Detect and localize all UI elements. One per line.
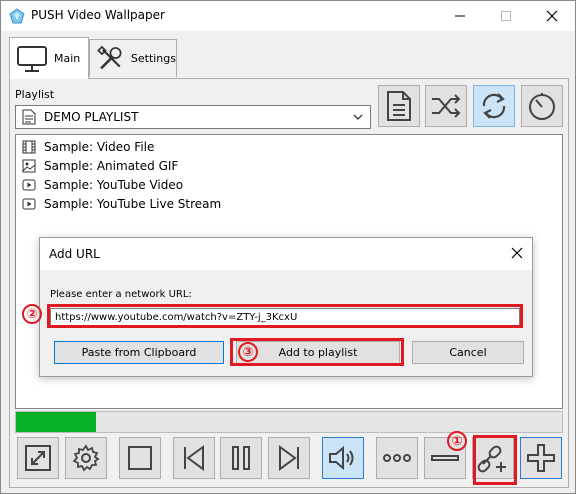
- link-add-icon: [477, 445, 506, 473]
- tab-settings-label: Settings: [130, 52, 176, 65]
- add-url-button[interactable]: [472, 437, 514, 479]
- film-icon: [22, 140, 36, 153]
- list-item[interactable]: Sample: Video File: [22, 137, 154, 156]
- list-item-label: Sample: Animated GIF: [44, 158, 179, 173]
- shuffle-button[interactable]: [425, 85, 467, 127]
- skip-forward-icon: [279, 445, 299, 471]
- app-window: PUSH Video Wallpaper Main Settings Playl…: [0, 0, 576, 494]
- app-logo-icon: [9, 8, 25, 24]
- settings-button[interactable]: [65, 437, 107, 479]
- add-url-dialog: Add URL Please enter a network URL: Past…: [39, 237, 533, 377]
- volume-button[interactable]: [322, 437, 364, 479]
- dialog-title: Add URL: [49, 247, 100, 261]
- play-icon: [22, 179, 36, 190]
- gear-icon: [72, 444, 100, 472]
- add-to-playlist-label: Add to playlist: [278, 346, 358, 359]
- close-button[interactable]: [529, 1, 575, 31]
- add-to-playlist-button[interactable]: Add to playlist: [236, 341, 400, 364]
- annotation-marker-3: ③: [238, 342, 258, 362]
- annotation-marker-1: ①: [447, 431, 467, 451]
- plus-icon: [527, 444, 555, 472]
- playlist-label: Playlist: [15, 88, 55, 101]
- close-icon[interactable]: [510, 246, 524, 260]
- paste-from-clipboard-button[interactable]: Paste from Clipboard: [54, 341, 224, 364]
- repeat-icon: [482, 93, 506, 119]
- tab-main-label: Main: [54, 52, 81, 65]
- maximize-icon: [501, 11, 511, 21]
- more-button[interactable]: [376, 437, 418, 479]
- tools-icon: [97, 45, 122, 69]
- timer-icon: [529, 93, 555, 120]
- edit-playlist-button[interactable]: [378, 85, 420, 127]
- list-item-label: Sample: YouTube Live Stream: [44, 196, 222, 211]
- expand-icon: [25, 445, 51, 471]
- dialog-title-bar: Add URL: [40, 238, 532, 270]
- progress-bar: [15, 411, 563, 433]
- pause-icon: [232, 446, 250, 470]
- paste-from-clipboard-label: Paste from Clipboard: [81, 346, 197, 359]
- minimize-button[interactable]: [437, 1, 483, 31]
- previous-button[interactable]: [173, 437, 215, 479]
- skip-back-icon: [184, 445, 204, 471]
- next-button[interactable]: [268, 437, 310, 479]
- list-item[interactable]: Sample: Animated GIF: [22, 156, 178, 175]
- url-input[interactable]: [50, 308, 520, 326]
- cancel-button[interactable]: Cancel: [412, 341, 524, 364]
- list-item[interactable]: Sample: YouTube Video: [22, 175, 183, 194]
- list-item[interactable]: Sample: YouTube Live Stream: [22, 194, 221, 213]
- tab-settings[interactable]: Settings: [89, 39, 177, 77]
- playlist-selected: DEMO PLAYLIST: [44, 110, 139, 124]
- close-icon: [546, 10, 558, 22]
- fullscreen-button[interactable]: [17, 437, 59, 479]
- play-icon: [22, 198, 36, 209]
- monitor-icon: [17, 45, 47, 72]
- tab-main[interactable]: Main: [9, 37, 89, 79]
- stop-icon: [128, 446, 152, 470]
- pause-button[interactable]: [220, 437, 262, 479]
- annotation-marker-2: ②: [22, 304, 42, 324]
- playlist-dropdown[interactable]: DEMO PLAYLIST: [15, 105, 371, 129]
- repeat-button[interactable]: [473, 85, 515, 127]
- cancel-label: Cancel: [449, 346, 487, 359]
- minus-icon: [431, 455, 459, 461]
- timer-button[interactable]: [521, 85, 563, 127]
- shuffle-icon: [432, 94, 461, 118]
- stop-button[interactable]: [119, 437, 161, 479]
- image-icon: [22, 159, 36, 172]
- window-title: PUSH Video Wallpaper: [31, 8, 165, 22]
- document-icon: [387, 91, 411, 121]
- list-item-label: Sample: YouTube Video: [44, 177, 184, 192]
- playlist-doc-icon: [22, 109, 36, 125]
- title-bar: PUSH Video Wallpaper: [1, 1, 575, 31]
- list-item-label: Sample: Video File: [44, 139, 155, 154]
- speaker-icon: [329, 445, 354, 471]
- progress-fill: [16, 412, 96, 432]
- minimize-icon: [455, 15, 465, 17]
- add-file-button[interactable]: [520, 437, 562, 479]
- maximize-button[interactable]: [483, 1, 529, 31]
- more-icon: [383, 454, 411, 462]
- chevron-down-icon: [353, 114, 363, 120]
- url-prompt-label: Please enter a network URL:: [50, 289, 192, 300]
